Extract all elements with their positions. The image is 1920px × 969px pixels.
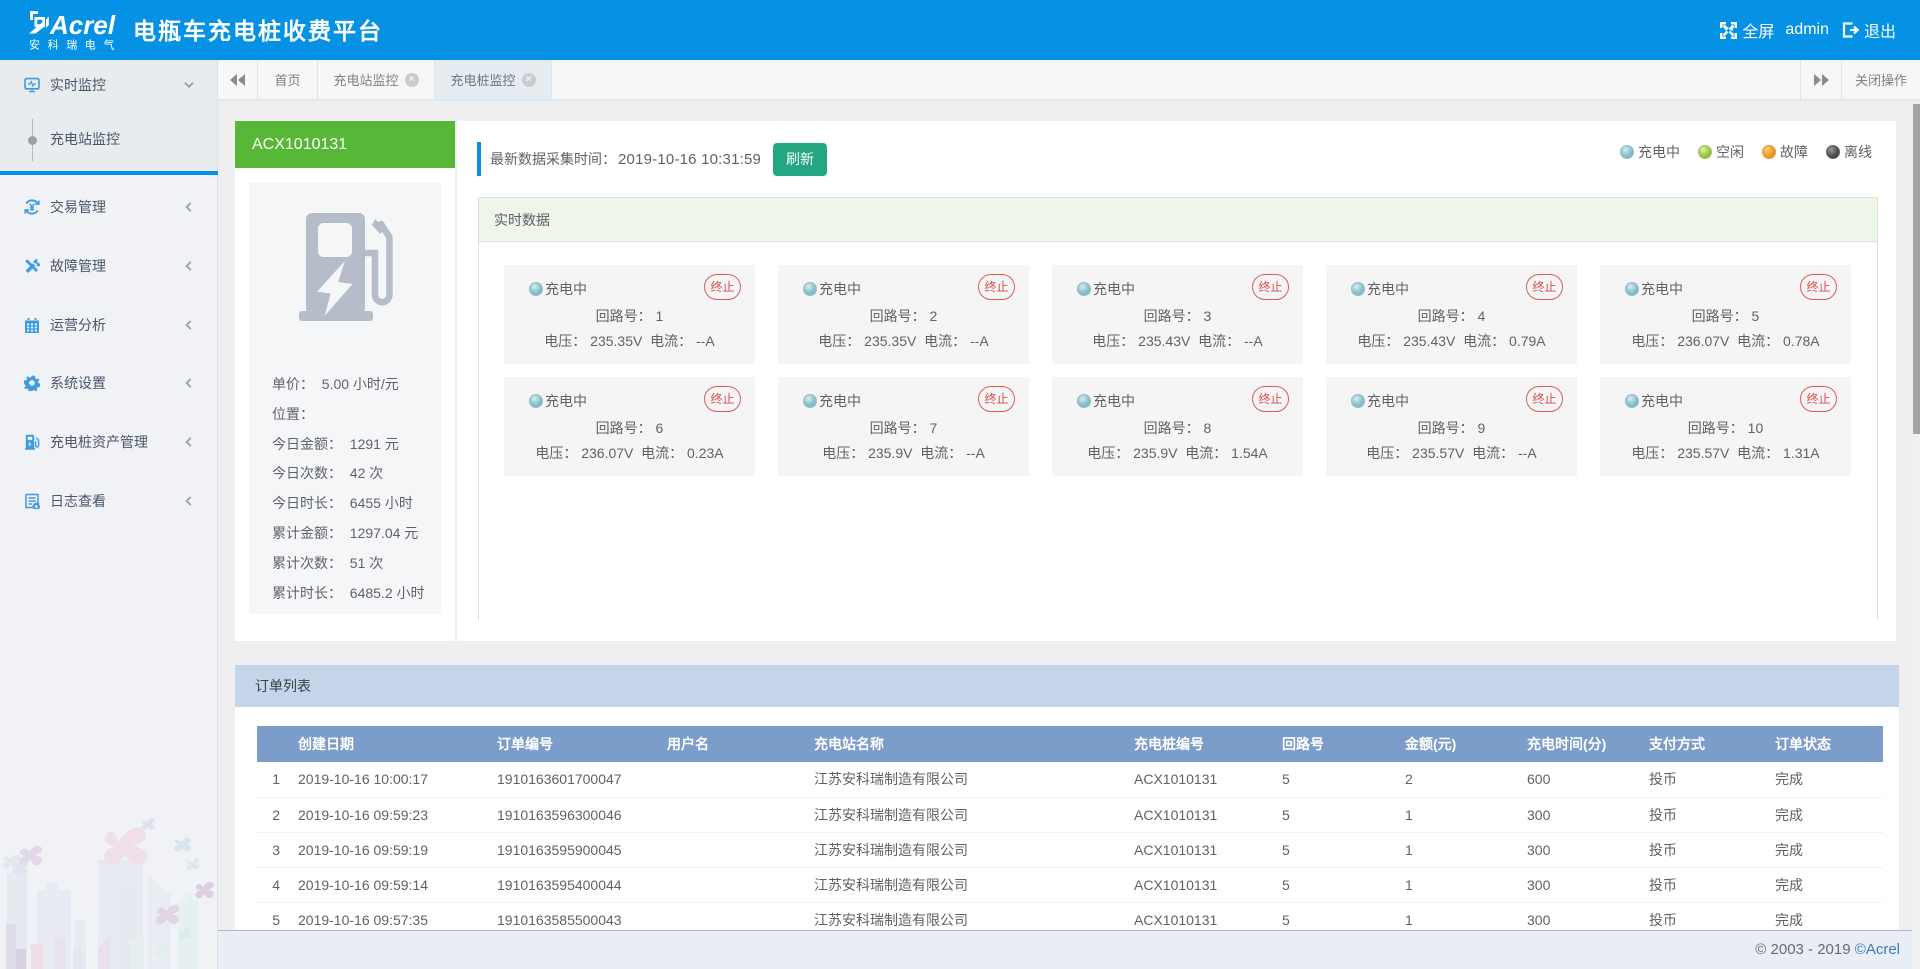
svg-text:安科瑞电气: 安科瑞电气	[29, 38, 122, 51]
svg-text:Acrel: Acrel	[49, 10, 116, 40]
